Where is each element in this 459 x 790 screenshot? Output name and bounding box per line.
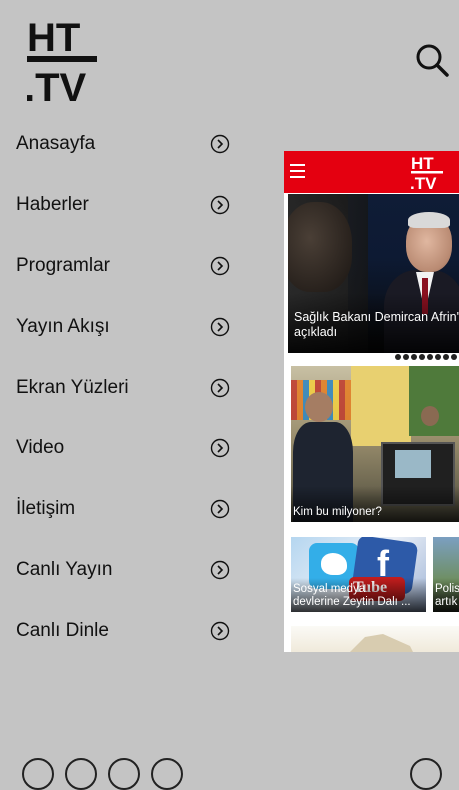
top-app-bar: HT .TV: [284, 151, 459, 193]
menu-item-label: Yayın Akışı: [16, 315, 110, 337]
menu-item-iletisim[interactable]: İletişim: [0, 479, 284, 540]
mini-logo-line1: HT: [411, 154, 434, 173]
bottom-social-icons: [0, 758, 459, 790]
menu-item-video[interactable]: Video: [0, 418, 284, 479]
side-menu: Anasayfa Haberler Programlar Yayın Akışı…: [0, 114, 284, 661]
carousel-indicator[interactable]: [395, 354, 457, 362]
menu-item-label: Canlı Dinle: [16, 619, 109, 641]
settings-icon[interactable]: [410, 758, 442, 790]
menu-item-label: Haberler: [16, 194, 89, 216]
news-card-caption: Polis artık: [435, 583, 459, 608]
menu-item-programlar[interactable]: Programlar: [0, 236, 284, 297]
news-card-caption: Kim bu milyoner?: [293, 506, 382, 518]
news-card-partial[interactable]: [291, 626, 459, 652]
social-icon[interactable]: [22, 758, 54, 790]
ht-tv-mini-logo: HT .TV: [411, 154, 443, 190]
menu-item-label: Programlar: [16, 254, 110, 276]
hero-caption-line2: açıkladı: [294, 325, 338, 339]
news-card-kim-bu-milyoner[interactable]: Kim bu milyoner?: [291, 366, 459, 522]
hero-caption-line1: Sağlık Bakanı Demircan Afrin': [294, 310, 459, 324]
search-icon[interactable]: [414, 42, 450, 78]
news-card-polis[interactable]: Polis artık: [433, 537, 459, 612]
chevron-right-circle-icon: [210, 317, 230, 336]
logo-text-line2: .TV: [27, 66, 87, 103]
chevron-right-circle-icon: [210, 499, 230, 519]
hero-foreground-head: [288, 202, 352, 292]
menu-item-haberler[interactable]: Haberler: [0, 175, 284, 236]
menu-item-canli-yayin[interactable]: Canlı Yayın: [0, 540, 284, 601]
hero-caption: Sağlık Bakanı Demircan Afrin' açıkladı: [294, 310, 459, 340]
hamburger-menu-icon[interactable]: [290, 164, 305, 178]
social-icon[interactable]: [65, 758, 97, 790]
menu-item-label: Anasayfa: [16, 133, 96, 155]
chevron-right-circle-icon: [210, 439, 230, 458]
menu-item-label: İletişim: [16, 498, 76, 520]
chevron-right-circle-icon: [210, 560, 230, 580]
menu-item-label: Video: [16, 437, 65, 459]
logo-text-line1: HT: [27, 17, 80, 60]
mini-logo-line2: .TV: [411, 174, 437, 190]
chevron-right-circle-icon: [210, 378, 230, 397]
menu-item-yayin-akisi[interactable]: Yayın Akışı: [0, 296, 284, 357]
menu-item-anasayfa[interactable]: Anasayfa: [0, 114, 284, 175]
content-preview-panel[interactable]: HT .TV Sağlık Bakanı Demircan Afrin' açı…: [284, 151, 459, 652]
chevron-right-circle-icon: [210, 195, 230, 215]
logo-divider: [27, 56, 97, 62]
menu-item-canli-dinle[interactable]: Canlı Dinle: [0, 600, 284, 661]
menu-item-label: Canlı Yayın: [16, 558, 113, 580]
menu-item-label: Ekran Yüzleri: [16, 376, 129, 398]
news-card-sosyal-medya[interactable]: f Tube Sosyal medya devlerine Zeytin Dal…: [291, 537, 426, 612]
chevron-right-circle-icon: [210, 135, 230, 154]
menu-item-ekran-yuzleri[interactable]: Ekran Yüzleri: [0, 357, 284, 418]
social-icon[interactable]: [151, 758, 183, 790]
chevron-right-circle-icon: [210, 256, 230, 276]
news-card-caption: Sosyal medya devlerine Zeytin Dalı ...: [293, 583, 411, 608]
social-icon[interactable]: [108, 758, 140, 790]
ht-tv-logo: HT .TV: [27, 17, 97, 103]
hero-news-card[interactable]: Sağlık Bakanı Demircan Afrin' açıkladı: [288, 194, 459, 353]
chevron-right-circle-icon: [210, 621, 230, 640]
